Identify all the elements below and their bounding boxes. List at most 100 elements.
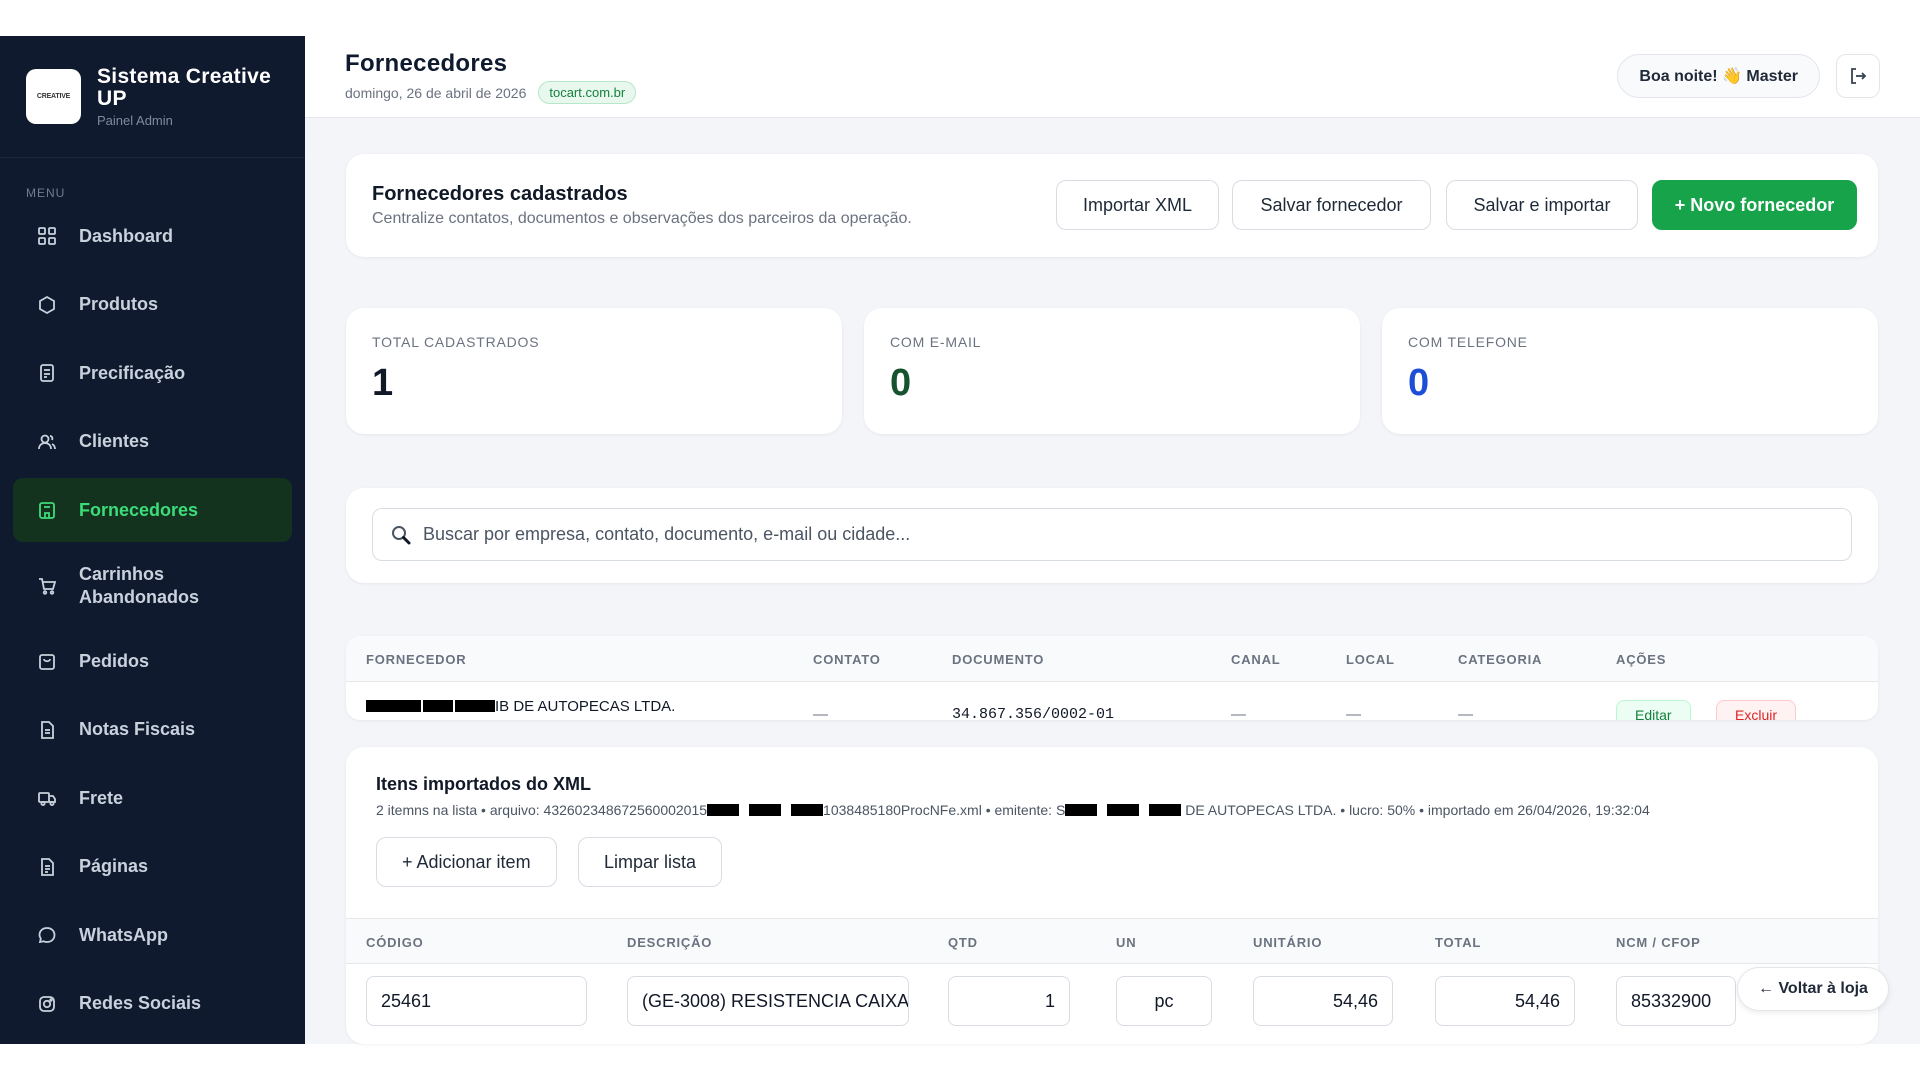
menu-label: MENU <box>26 186 66 200</box>
sidebar-item-frete[interactable]: Frete <box>13 766 292 830</box>
supplier-channel: — <box>1231 706 1246 720</box>
sidebar-item-whatsapp[interactable]: WhatsApp <box>13 903 292 967</box>
box-icon <box>37 295 57 315</box>
suppliers-table: FORNECEDOR CONTATO DOCUMENTO CANAL LOCAL… <box>346 636 1878 720</box>
chat-icon <box>37 925 57 945</box>
xml-table-header: CÓDIGO DESCRIÇÃO QTD UN UNITÁRIO TOTAL N… <box>346 918 1878 964</box>
sidebar-item-carrinhos-abandonados[interactable]: Carrinhos Abandonados <box>13 547 292 625</box>
logout-icon <box>1851 68 1867 84</box>
stat-value: 0 <box>890 362 912 404</box>
stat-label: COM E-MAIL <box>890 334 982 350</box>
stat-card-total: TOTAL CADASTRADOS 1 <box>346 308 842 434</box>
col-acoes: AÇÕES <box>1616 652 1667 667</box>
col-fornecedor: FORNECEDOR <box>366 652 467 667</box>
stat-value: 0 <box>1408 362 1430 404</box>
col-codigo: CÓDIGO <box>366 935 424 950</box>
item-description-input[interactable]: (GE-3008) RESISTENCIA CAIXA <box>627 976 909 1026</box>
sidebar-item-paginas[interactable]: Páginas <box>13 835 292 899</box>
xml-items-title: Itens importados do XML <box>376 774 592 794</box>
sidebar-item-label: Carrinhos Abandonados <box>79 563 199 607</box>
sidebar-item-label: Fornecedores <box>79 499 199 520</box>
page-date: domingo, 26 de abril de 2026 tocart.com.… <box>345 81 637 104</box>
search-placeholder: Buscar por empresa, contato, documento, … <box>423 524 911 544</box>
sidebar: CREATIVE Sistema Creative UP Painel Admi… <box>0 36 305 1044</box>
page-icon <box>37 857 57 877</box>
supplier-contact: — <box>813 706 828 720</box>
sidebar-item-notas-fiscais[interactable]: Notas Fiscais <box>13 698 292 762</box>
search-icon <box>392 525 411 544</box>
import-xml-button[interactable]: Importar XML <box>1056 180 1219 230</box>
brand-title: Sistema Creative UP <box>97 64 272 110</box>
supplier-document: 34.867.356/0002-01 <box>952 706 1115 720</box>
sidebar-item-label: Produtos <box>79 294 158 314</box>
truck-icon <box>37 788 57 808</box>
col-un: UN <box>1116 935 1137 950</box>
sidebar-item-label: Pedidos <box>79 650 150 671</box>
back-to-store-button[interactable]: ← Voltar à loja <box>1737 967 1889 1011</box>
item-code-input[interactable]: 25461 <box>366 976 587 1026</box>
supplier-category: — <box>1458 706 1473 720</box>
stat-label: COM TELEFONE <box>1408 334 1528 350</box>
item-ncm-input[interactable]: 85332900 <box>1616 976 1736 1026</box>
sidebar-item-produtos[interactable]: Produtos <box>13 273 292 337</box>
table-header: FORNECEDOR CONTATO DOCUMENTO CANAL LOCAL… <box>346 636 1878 682</box>
save-supplier-button[interactable]: Salvar fornecedor <box>1232 180 1431 230</box>
building-icon <box>37 500 57 520</box>
sidebar-nav: Dashboard Produtos Precificação Clientes… <box>13 204 292 1040</box>
col-contato: CONTATO <box>813 652 881 667</box>
save-and-import-button[interactable]: Salvar e importar <box>1446 180 1638 230</box>
item-unit-input[interactable]: pc <box>1116 976 1212 1026</box>
intro-subtitle: Centralize contatos, documentos e observ… <box>372 210 912 227</box>
stat-card-phone: COM TELEFONE 0 <box>1382 308 1878 434</box>
calculator-icon <box>37 363 57 383</box>
brand-subtitle: Painel Admin <box>97 112 173 128</box>
sidebar-item-label: Redes Sociais <box>79 993 202 1013</box>
stat-label: TOTAL CADASTRADOS <box>372 334 540 350</box>
supplier-location: — <box>1346 706 1361 720</box>
sidebar-item-label: Notas Fiscais <box>79 719 196 739</box>
bag-icon <box>37 651 57 671</box>
sidebar-item-label: WhatsApp <box>79 924 168 945</box>
col-documento: DOCUMENTO <box>952 652 1045 667</box>
intro-title: Fornecedores cadastrados <box>372 183 628 205</box>
clear-list-button[interactable]: Limpar lista <box>578 837 723 887</box>
sidebar-item-precificacao[interactable]: Precificação <box>13 341 292 405</box>
col-descricao: DESCRIÇÃO <box>627 935 713 950</box>
date-text: domingo, 26 de abril de 2026 <box>345 84 527 101</box>
app-shell: CREATIVE Sistema Creative UP Painel Admi… <box>0 36 1920 1044</box>
stat-card-email: COM E-MAIL 0 <box>864 308 1360 434</box>
topbar: Fornecedores domingo, 26 de abril de 202… <box>305 36 1920 118</box>
user-greeting-button[interactable]: Boa noite! 👋 Master <box>1617 54 1820 98</box>
sidebar-item-pedidos[interactable]: Pedidos <box>13 629 292 693</box>
col-unitario: UNITÁRIO <box>1253 935 1323 950</box>
sidebar-item-label: Clientes <box>79 431 150 451</box>
sidebar-item-redes-sociais[interactable]: Redes Sociais <box>13 972 292 1036</box>
instagram-icon <box>37 994 57 1014</box>
page-title: Fornecedores <box>345 50 508 77</box>
sidebar-item-fornecedores[interactable]: Fornecedores <box>13 478 292 542</box>
logout-button[interactable] <box>1836 54 1880 98</box>
suppliers-intro-card: Fornecedores cadastrados Centralize cont… <box>346 154 1878 257</box>
sidebar-item-label: Páginas <box>79 856 149 876</box>
document-icon <box>37 720 57 740</box>
search-input[interactable]: Buscar por empresa, contato, documento, … <box>372 508 1852 561</box>
xml-items-card: Itens importados do XML 2 itemns na list… <box>346 747 1878 1044</box>
new-supplier-button[interactable]: + Novo fornecedor <box>1652 180 1857 230</box>
main-content: Fornecedores domingo, 26 de abril de 202… <box>305 36 1920 1044</box>
item-total-input[interactable]: 54,46 <box>1435 976 1575 1026</box>
grid-icon <box>37 226 57 246</box>
col-ncm-cfop: NCM / CFOP <box>1616 935 1701 950</box>
sidebar-item-dashboard[interactable]: Dashboard <box>13 204 292 268</box>
item-unit-price-input[interactable]: 54,46 <box>1253 976 1393 1026</box>
item-qty-input[interactable]: 1 <box>948 976 1070 1026</box>
cart-icon <box>37 576 57 596</box>
sidebar-item-label: Precificação <box>79 362 186 383</box>
col-categoria: CATEGORIA <box>1458 652 1543 667</box>
edit-supplier-button[interactable]: Editar <box>1616 700 1691 720</box>
supplier-name: IB DE AUTOPECAS LTDA. <box>366 698 675 715</box>
add-item-button[interactable]: + Adicionar item <box>376 837 557 887</box>
sidebar-item-clientes[interactable]: Clientes <box>13 410 292 474</box>
delete-supplier-button[interactable]: Excluir <box>1716 700 1797 720</box>
col-local: LOCAL <box>1346 652 1395 667</box>
col-total: TOTAL <box>1435 935 1482 950</box>
